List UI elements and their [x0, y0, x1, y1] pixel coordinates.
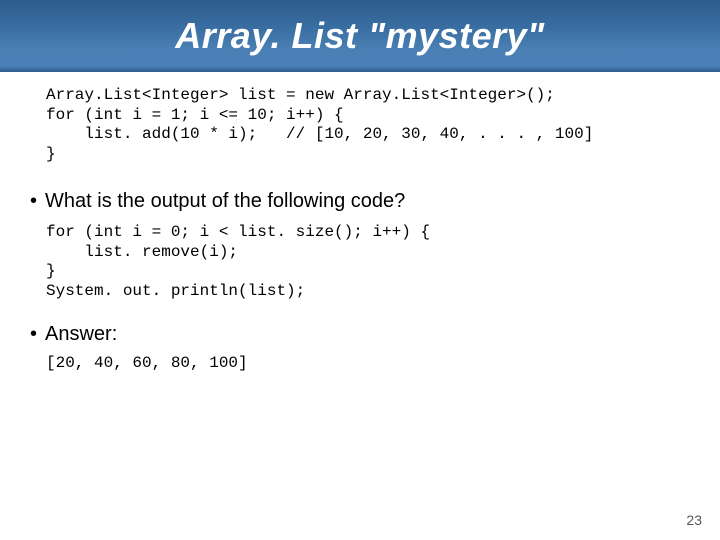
answer-bullet-row: • Answer: — [28, 321, 692, 348]
code-line: } — [46, 145, 56, 163]
question-bullet-row: • What is the output of the following co… — [28, 188, 692, 215]
slide: Array. List "mystery" Array.List<Integer… — [0, 0, 720, 540]
question-text: What is the output of the following code… — [45, 188, 405, 215]
code-line: list. remove(i); — [46, 243, 238, 261]
slide-body: Array.List<Integer> list = new Array.Lis… — [0, 72, 720, 374]
answer-code: [20, 40, 60, 80, 100] — [46, 354, 692, 374]
page-number: 23 — [686, 512, 702, 528]
slide-title: Array. List "mystery" — [175, 15, 544, 57]
title-bar: Array. List "mystery" — [0, 0, 720, 72]
code-block-1: Array.List<Integer> list = new Array.Lis… — [46, 86, 692, 164]
code-block-2: for (int i = 0; i < list. size(); i++) {… — [46, 223, 692, 301]
code-line: list. add(10 * i); // [10, 20, 30, 40, .… — [46, 125, 593, 143]
bullet-dot-icon: • — [30, 321, 37, 348]
answer-label: Answer: — [45, 321, 117, 348]
code-line: Array.List<Integer> list = new Array.Lis… — [46, 86, 555, 104]
code-line: for (int i = 0; i < list. size(); i++) { — [46, 223, 430, 241]
bullet-dot-icon: • — [30, 188, 37, 215]
code-line: System. out. println(list); — [46, 282, 305, 300]
code-line: for (int i = 1; i <= 10; i++) { — [46, 106, 344, 124]
code-line: } — [46, 262, 56, 280]
